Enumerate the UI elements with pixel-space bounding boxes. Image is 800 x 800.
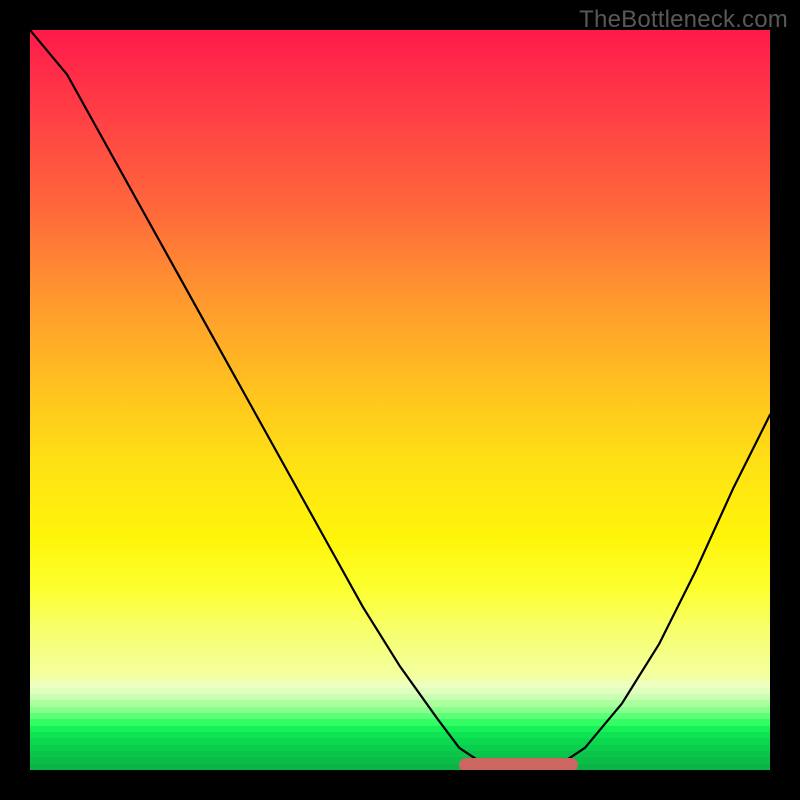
optimal-range-marker <box>459 758 577 770</box>
plot-area <box>30 30 770 770</box>
curve-svg <box>30 30 770 770</box>
bottleneck-curve <box>30 30 770 766</box>
chart-frame: TheBottleneck.com <box>0 0 800 800</box>
